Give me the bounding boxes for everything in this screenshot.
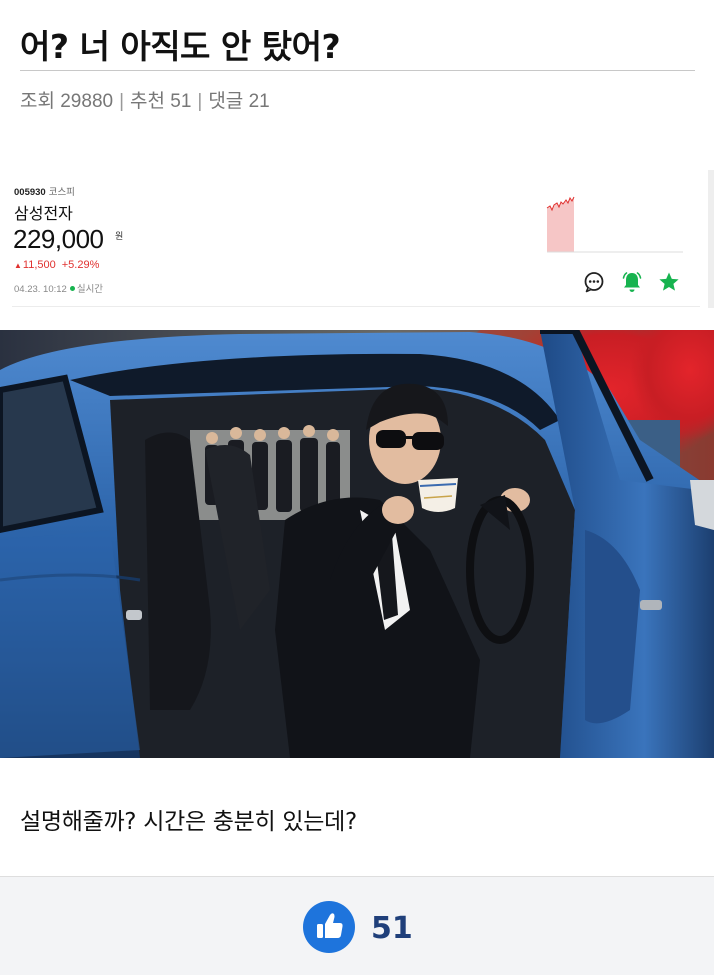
star-icon[interactable] [657, 270, 681, 294]
post-body-text: 설명해줄까? 시간은 충분히 있는데? [20, 809, 357, 835]
comment-count[interactable]: 댓글 21 [208, 91, 269, 112]
chat-icon[interactable] [582, 270, 606, 294]
view-count: 조회 29880 [20, 91, 114, 112]
stock-name[interactable]: 삼성전자 [14, 200, 73, 224]
stock-divider [12, 306, 700, 307]
alarm-bell-icon[interactable] [620, 270, 644, 294]
sparkline-area [547, 197, 574, 252]
photo-car-man-drinking-tea [0, 330, 714, 758]
post-title: 어? 너 아직도 안 탔어? [20, 27, 341, 66]
post-image[interactable] [0, 330, 714, 758]
recommend-count: 추천 51 [130, 91, 192, 112]
meta-separator: | [197, 91, 203, 112]
thumbs-up-icon[interactable] [303, 901, 355, 953]
stock-change: ▲11,500 +5.29% [14, 259, 99, 271]
recommend-count-display: 51 [371, 911, 413, 946]
stock-code-line: 005930 코스피 [14, 184, 75, 198]
title-divider [20, 70, 695, 71]
stock-sparkline [546, 196, 683, 253]
live-dot-icon [69, 286, 75, 292]
stock-change-amount: 11,500 [22, 259, 56, 271]
up-arrow-icon: ▲ [14, 261, 22, 270]
stock-timestamp: 04.23. 10:12 실시간 [14, 281, 103, 295]
stock-time: 04.23. 10:12 [14, 284, 67, 295]
stock-actions [582, 270, 682, 296]
stock-widget[interactable]: 005930 코스피 삼성전자 229,000 원 ▲11,500 +5.29% 0… [12, 170, 714, 308]
stock-price-unit: 원 [115, 232, 124, 242]
post-meta: 조회 29880 | 추천 51 | 댓글 21 [20, 86, 270, 113]
stock-code: 005930 [14, 187, 46, 198]
stock-status: 실시간 [76, 284, 104, 295]
stock-market: 코스피 [48, 187, 75, 198]
stock-change-percent: +5.29% [61, 259, 100, 271]
stock-price: 229,000 [13, 224, 104, 254]
vote-bar: 51 [0, 876, 714, 975]
meta-separator: | [119, 91, 125, 112]
thumbs-up-glyph [317, 913, 343, 938]
